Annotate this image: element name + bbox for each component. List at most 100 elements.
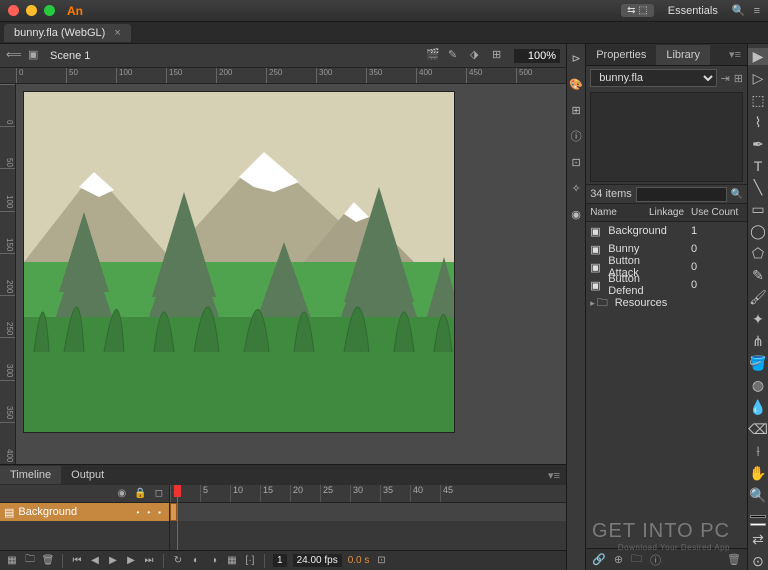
line-tool[interactable]: ╲ [748, 179, 768, 196]
zoom-field[interactable]: 100% [514, 49, 560, 63]
stroke-color-swatch[interactable] [750, 515, 766, 518]
lasso-tool[interactable]: ⌇ [748, 114, 768, 131]
zoom-tool[interactable]: 🔍 [748, 487, 768, 504]
library-document-select[interactable]: bunny.fla [590, 69, 716, 87]
symbol-icon[interactable]: ⬗ [470, 48, 486, 64]
align-panel-icon[interactable]: ⊞ [568, 102, 584, 118]
prev-frame-icon[interactable]: ◀ [89, 555, 101, 567]
frame-track[interactable] [170, 503, 566, 521]
workspace-switcher[interactable]: Essentials [662, 5, 724, 17]
edit-multi-icon[interactable]: ▦ [226, 555, 238, 567]
clapboard-icon[interactable]: 🎬 [426, 48, 442, 64]
swap-colors-icon[interactable]: ⇄ [748, 531, 768, 548]
close-tab-icon[interactable]: × [114, 27, 120, 39]
stage[interactable] [24, 92, 454, 432]
width-tool[interactable]: ⟊ [748, 443, 768, 460]
layer-row[interactable]: ▤ Background ••▪ [0, 503, 169, 521]
marker-icon[interactable]: [·] [244, 555, 256, 567]
subselection-tool[interactable]: ▷ [748, 70, 768, 87]
transform-panel-icon[interactable]: ⊡ [568, 154, 584, 170]
first-frame-icon[interactable]: ⏮ [71, 555, 83, 567]
pin-icon[interactable]: ⇥ [721, 72, 730, 85]
tab-properties[interactable]: Properties [586, 45, 656, 65]
new-symbol-icon[interactable]: ⊕ [614, 553, 623, 566]
lock-icon[interactable]: 🔒 [134, 488, 146, 499]
brush-panel-icon[interactable]: ✧ [568, 180, 584, 196]
tab-timeline[interactable]: Timeline [0, 466, 61, 484]
library-item[interactable]: ▣Button Defend0 [586, 276, 747, 294]
timeline-options-icon[interactable]: ▾≡ [542, 469, 566, 482]
search-icon[interactable]: 🔍 [731, 189, 743, 200]
scroll-frame-icon[interactable]: ⊡ [375, 555, 387, 567]
delete-layer-icon[interactable]: 🗑 [42, 555, 54, 567]
next-frame-icon[interactable]: ▶ [125, 555, 137, 567]
pen-tool[interactable]: ✒ [748, 136, 768, 153]
library-search[interactable] [636, 187, 727, 202]
visibility-icon[interactable]: ◉ [118, 488, 127, 499]
onion-outline-icon[interactable]: ◑ [208, 555, 220, 567]
col-linkage[interactable]: Linkage [649, 207, 691, 218]
scene-crumb[interactable]: Scene 1 [50, 50, 90, 62]
delete-icon[interactable]: 🗑 [727, 553, 741, 566]
canvas-area[interactable] [16, 84, 566, 464]
new-library-icon[interactable]: ⊞ [734, 72, 743, 85]
panel-options-icon[interactable]: ▾≡ [723, 48, 747, 61]
free-transform-tool[interactable]: ⬚ [748, 92, 768, 109]
outline-icon[interactable]: ◻ [155, 488, 163, 499]
eraser-tool[interactable]: ⌫ [748, 421, 768, 438]
text-tool[interactable]: T [748, 158, 768, 174]
paint-brush-tool[interactable]: ✦ [748, 311, 768, 328]
polystar-tool[interactable]: ⬠ [748, 245, 768, 262]
oval-tool[interactable]: ◯ [748, 223, 768, 240]
play-icon[interactable]: ▶ [107, 555, 119, 567]
ink-bottle-tool[interactable]: ◍ [748, 377, 768, 394]
fit-icon[interactable]: ⊞ [492, 48, 508, 64]
keyframe[interactable] [170, 503, 177, 521]
paint-bucket-tool[interactable]: 🪣 [748, 355, 768, 372]
onion-skin-icon[interactable]: ◐ [190, 555, 202, 567]
col-usecount[interactable]: Use Count [691, 207, 747, 218]
library-columns[interactable]: Name Linkage Use Count [586, 204, 747, 222]
col-name[interactable]: Name [586, 207, 649, 218]
cc-libraries-icon[interactable]: ◉ [568, 206, 584, 222]
new-layer-icon[interactable]: ▦ [6, 555, 18, 567]
sync-badge[interactable]: ⇆ ⬚ [621, 4, 654, 17]
frames-area[interactable]: 151015202530354045 [170, 485, 566, 550]
info-panel-icon[interactable]: ⓘ [568, 128, 584, 144]
minimize-window-icon[interactable] [26, 5, 37, 16]
library-item[interactable]: ▣Background1 [586, 222, 747, 240]
fps-field[interactable]: 24.00 fps [293, 554, 342, 567]
panel-menu-icon[interactable]: ≡ [754, 5, 760, 17]
library-item[interactable]: ▸🗀Resources [586, 294, 747, 312]
current-frame[interactable]: 1 [273, 554, 287, 567]
frame-ruler[interactable]: 151015202530354045 [170, 485, 566, 503]
tab-output[interactable]: Output [61, 466, 114, 484]
rectangle-tool[interactable]: ▭ [748, 201, 768, 218]
selection-tool[interactable]: ▶ [748, 48, 768, 65]
library-list[interactable]: ▣Background1▣Bunny0▣Button Attack0▣Butto… [586, 222, 747, 548]
loop-icon[interactable]: ↻ [172, 555, 184, 567]
bone-tool[interactable]: ⋔ [748, 333, 768, 350]
snap-icon[interactable]: ⊙ [748, 553, 768, 570]
new-folder-icon[interactable]: 🗀 [631, 550, 642, 569]
last-frame-icon[interactable]: ⏭ [143, 555, 155, 567]
new-folder-icon[interactable]: 🗀 [24, 555, 36, 567]
fill-color-swatch[interactable] [750, 523, 766, 526]
edit-scene-icon[interactable]: ✎ [448, 48, 464, 64]
close-window-icon[interactable] [8, 5, 19, 16]
zoom-window-icon[interactable] [44, 5, 55, 16]
properties-icon[interactable]: ⓘ [650, 552, 661, 568]
item-name: Background [608, 225, 667, 237]
strip-expand-icon[interactable]: ⊳ [568, 50, 584, 66]
pencil-tool[interactable]: ✎ [748, 267, 768, 284]
link-icon[interactable]: 🔗 [592, 553, 606, 566]
search-icon[interactable]: 🔍 [732, 4, 746, 17]
document-tab[interactable]: bunny.fla (WebGL) × [4, 24, 131, 42]
swatches-panel-icon[interactable]: 🎨 [568, 76, 584, 92]
tab-library[interactable]: Library [656, 45, 710, 65]
brush-tool[interactable]: 🖌 [748, 289, 768, 306]
eyedropper-tool[interactable]: 💧 [748, 399, 768, 416]
back-icon[interactable]: ⟸ [6, 48, 22, 64]
hand-tool[interactable]: ✋ [748, 465, 768, 482]
playhead[interactable] [177, 485, 178, 550]
